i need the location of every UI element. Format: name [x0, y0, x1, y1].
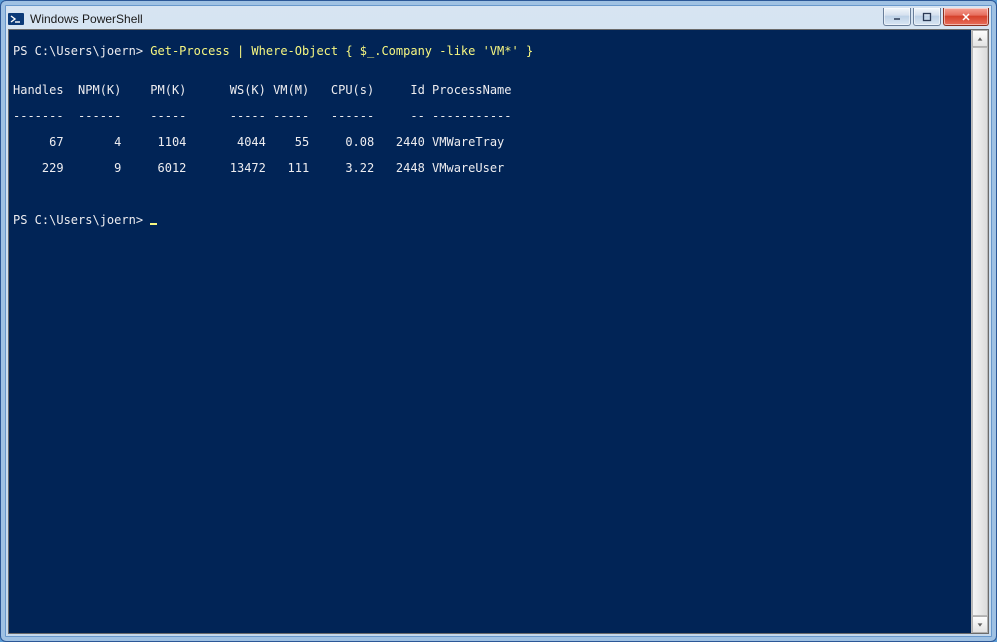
console-frame: PS C:\Users\joern> Get-Process | Where-O…: [8, 29, 989, 634]
scroll-up-button[interactable]: [972, 30, 988, 47]
scrollbar-track[interactable]: [972, 47, 988, 616]
console-output[interactable]: PS C:\Users\joern> Get-Process | Where-O…: [9, 30, 971, 633]
window-title: Windows PowerShell: [30, 12, 143, 26]
prompt: PS C:\Users\joern>: [13, 213, 143, 227]
cursor: [150, 223, 157, 225]
maximize-button[interactable]: [913, 8, 941, 26]
prompt: PS C:\Users\joern>: [13, 44, 143, 58]
scroll-down-button[interactable]: [972, 616, 988, 633]
table-row: 67 4 1104 4044 55 0.08 2440 VMWareTray: [13, 136, 967, 149]
powershell-icon: [8, 11, 24, 27]
close-button[interactable]: [943, 8, 989, 26]
table-divider: ------- ------ ----- ----- ----- ------ …: [13, 110, 967, 123]
powershell-window: Windows PowerShell PS C:\Users\joern> Ge…: [0, 0, 997, 642]
window-controls: [883, 8, 989, 26]
vertical-scrollbar[interactable]: [971, 30, 988, 633]
scrollbar-thumb[interactable]: [972, 47, 988, 616]
table-row: 229 9 6012 13472 111 3.22 2448 VMwareUse…: [13, 162, 967, 175]
command-text: Get-Process | Where-Object { $_.Company …: [143, 44, 533, 58]
prompt-space: [143, 213, 150, 227]
table-headers: Handles NPM(K) PM(K) WS(K) VM(M) CPU(s) …: [13, 84, 967, 97]
minimize-button[interactable]: [883, 8, 911, 26]
